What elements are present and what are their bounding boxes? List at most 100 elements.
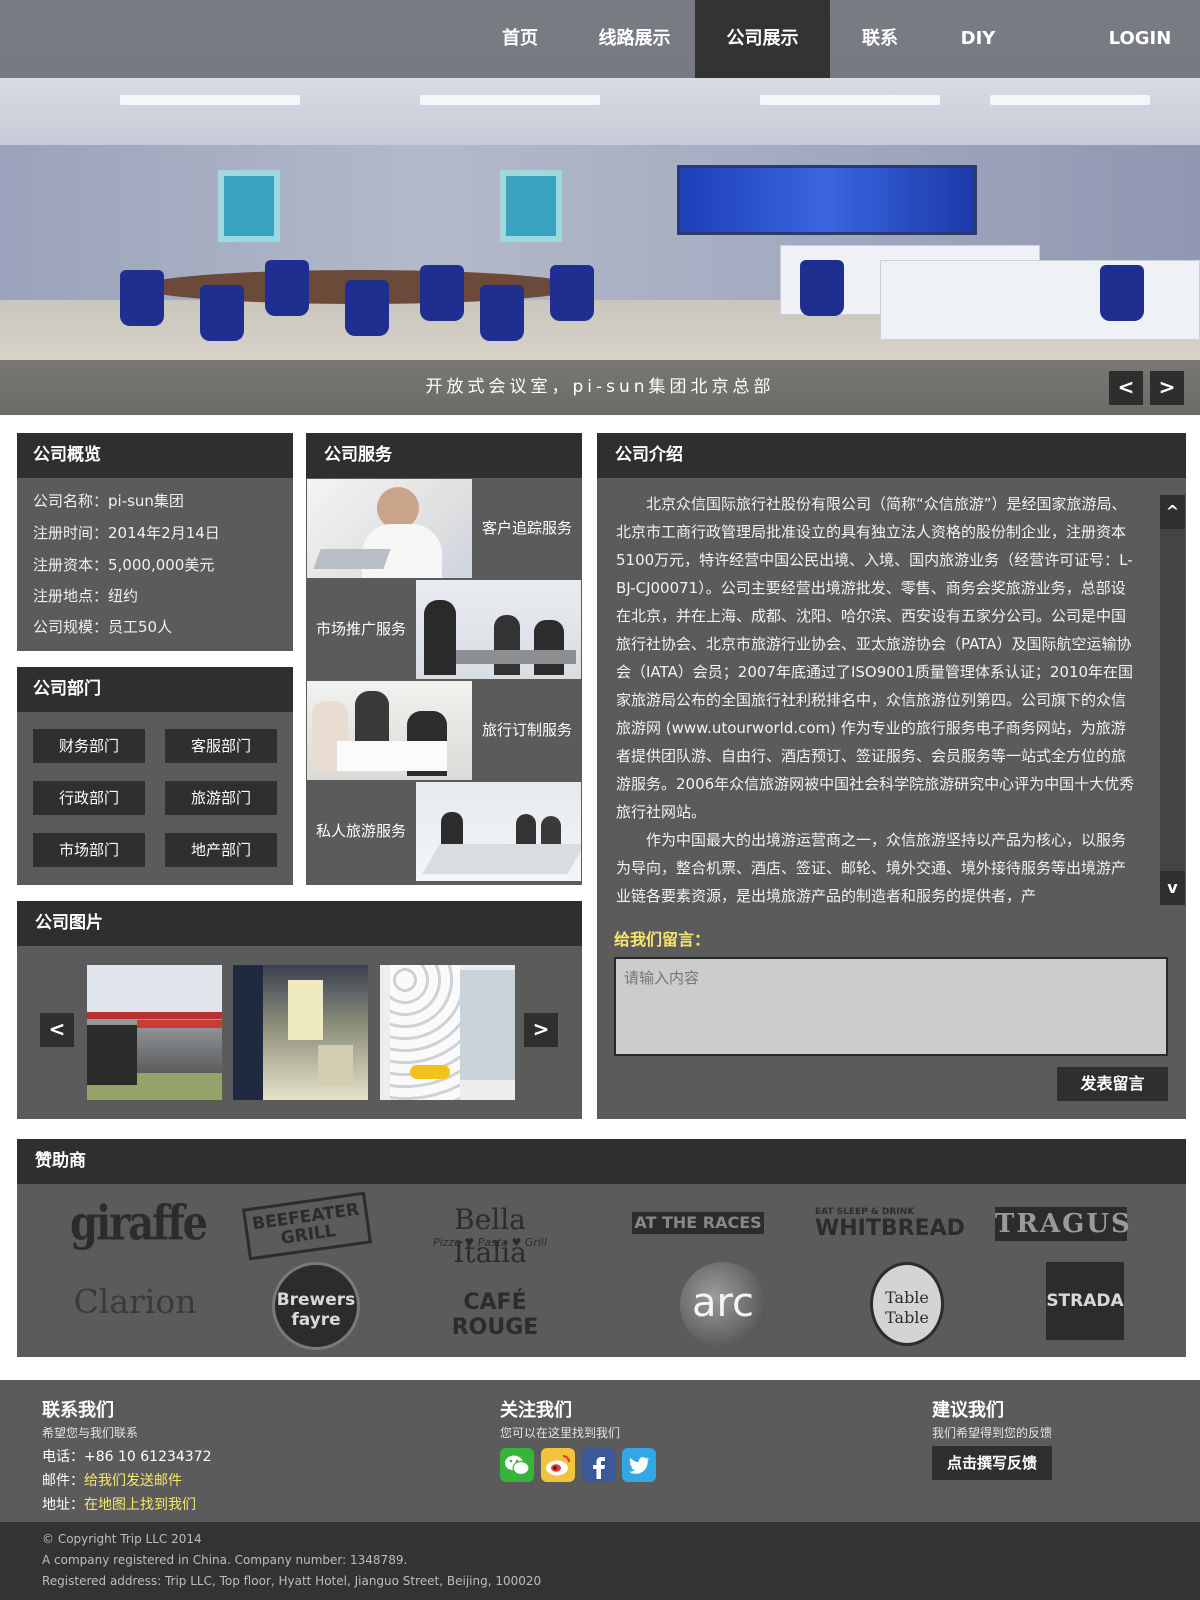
sponsor-logo-table-table[interactable]: Table Table [870,1288,944,1328]
sponsor-logo-at-the-races[interactable]: AT THE RACES [632,1212,764,1234]
dept-service-button[interactable]: 客服部门 [165,729,277,763]
sponsor-logo-brewers-fayre[interactable]: Brewers fayre [272,1290,360,1330]
service-row[interactable]: 客户追踪服务 [306,478,582,579]
top-nav: 首页 线路展示 公司展示 联系 DIY LOGIN [0,0,1200,78]
overview-line: 公司名称：pi-sun集团 [33,492,184,510]
overview-title: 公司概览 [17,433,293,478]
overview-line: 公司规模：员工50人 [33,618,173,636]
sponsor-logo-cafe-rouge[interactable]: CAFÉ ROUGE [425,1290,565,1340]
intro-paragraph: 作为中国最大的出境游运营商之一，众信旅游坚持以产品为核心，以服务为导向，整合机票… [616,831,1127,905]
dept-finance-button[interactable]: 财务部门 [33,729,145,763]
hero-world-screen [677,165,977,235]
hero-light [760,95,940,105]
intro-scrollbar[interactable] [1160,495,1185,905]
nav-item-contact[interactable]: 联系 [840,0,920,78]
sponsor-logo-bella-subtitle: Pizza ♥ Pasta ♥ Grill [432,1236,548,1249]
hero-desk [880,260,1200,340]
service-row[interactable]: 旅行订制服务 [306,680,582,781]
intro-text: 北京众信国际旅行社股份有限公司（简称“众信旅游”）是经国家旅游局、北京市工商行政… [616,490,1136,910]
hero-ceiling [0,78,1200,148]
departments-panel: 公司部门 财务部门 客服部门 行政部门 旅游部门 市场部门 地产部门 [17,667,293,885]
service-image [416,580,581,679]
scroll-up-button[interactable]: ^ [1160,495,1185,529]
services-panel: 公司服务 客户追踪服务 市场推广服务 旅行订制服务 私人旅游服务 [306,433,582,885]
footer-address: 地址：在地图上找到我们 [42,1494,196,1514]
hero-chair [120,270,164,326]
footer-suggest-subtitle: 我们希望得到您的反馈 [932,1426,1053,1440]
sponsor-logo-tragus[interactable]: TRAGUS [995,1207,1130,1241]
footer-contact-subtitle: 希望您与我们联系 [42,1426,139,1440]
sponsors-title: 赞助商 [17,1139,1186,1184]
weibo-icon[interactable] [541,1448,575,1482]
facebook-icon[interactable] [582,1448,616,1482]
gallery-photo[interactable] [87,965,222,1100]
intro-paragraph: 北京众信国际旅行社股份有限公司（简称“众信旅游”）是经国家旅游局、北京市工商行政… [616,495,1135,821]
hero-caption: 开放式会议室，pi-sun集团北京总部 [425,377,775,397]
sponsor-logo-giraffe[interactable]: giraffe [70,1195,208,1251]
nav-item-diy[interactable]: DIY [938,0,1018,78]
footer-suggest-title: 建议我们 [932,1400,1004,1421]
hero-next-button[interactable]: > [1150,371,1184,405]
address-label: 地址： [42,1497,84,1513]
gallery-photo[interactable] [233,965,368,1100]
service-row[interactable]: 市场推广服务 [306,579,582,680]
hero-painting [500,170,562,242]
hero-light [420,95,600,105]
mail-label: 邮件： [42,1473,84,1489]
registered-address-line: Registered address: Trip LLC, Top floor,… [42,1574,542,1588]
service-image [307,681,472,780]
hero-prev-button[interactable]: < [1109,371,1143,405]
sponsor-logo-whitbread[interactable]: WHITBREAD [815,1216,965,1241]
nav-item-company[interactable]: 公司展示 [695,0,830,78]
submit-message-button[interactable]: 发表留言 [1057,1067,1168,1101]
service-image [416,782,581,881]
copyright-line: © Copyright Trip LLC 2014 [42,1532,202,1546]
sponsor-logo-arc[interactable]: arc [680,1280,766,1326]
gallery-prev-button[interactable]: < [40,1013,74,1047]
gallery-title: 公司图片 [17,901,582,946]
footer-follow-subtitle: 您可以在这里找到我们 [500,1426,621,1440]
mail-link[interactable]: 给我们发送邮件 [84,1473,182,1489]
hero-chair [550,265,594,321]
hero-chair [480,285,524,341]
dept-market-button[interactable]: 市场部门 [33,833,145,867]
overview-line: 注册地点：纽约 [33,587,139,605]
service-label: 私人旅游服务 [315,822,406,840]
wechat-icon[interactable] [500,1448,534,1482]
service-label: 市场推广服务 [315,620,406,638]
nav-item-home[interactable]: 首页 [480,0,560,78]
twitter-icon[interactable] [622,1448,656,1482]
hero-chair [800,260,844,316]
hero-chair [1100,265,1144,321]
service-image [307,479,472,578]
hero-chair [200,285,244,341]
nav-item-routes[interactable]: 线路展示 [582,0,687,78]
nav-login[interactable]: LOGIN [1095,0,1185,78]
intro-title: 公司介绍 [597,433,1186,478]
hero-chair [265,260,309,316]
write-feedback-button[interactable]: 点击撰写反馈 [932,1446,1052,1480]
departments-title: 公司部门 [17,667,293,712]
gallery-next-button[interactable]: > [524,1013,558,1047]
scroll-down-button[interactable]: v [1160,871,1185,905]
hero-chair [420,265,464,321]
address-link[interactable]: 在地图上找到我们 [84,1497,196,1513]
services-title: 公司服务 [306,433,582,478]
company-number-line: A company registered in China. Company n… [42,1553,408,1567]
hero-painting [218,170,280,242]
message-label: 给我们留言： [614,930,711,949]
sponsor-logo-clarion[interactable]: Clarion [70,1282,200,1321]
dept-estate-button[interactable]: 地产部门 [165,833,277,867]
service-label: 客户追踪服务 [481,519,572,537]
message-input[interactable] [614,957,1168,1056]
phone-label: 电话： [42,1449,84,1465]
dept-travel-button[interactable]: 旅游部门 [165,781,277,815]
sponsor-logo-strada[interactable]: STRADA [1046,1262,1124,1340]
overview-panel: 公司概览 公司名称：pi-sun集团 注册时间：2014年2月14日 注册资本：… [17,433,293,651]
dept-admin-button[interactable]: 行政部门 [33,781,145,815]
gallery-photo[interactable] [380,965,515,1100]
hero-light [120,95,300,105]
service-row[interactable]: 私人旅游服务 [306,781,582,882]
footer-contact-title: 联系我们 [42,1400,114,1421]
phone-value: +86 10 61234372 [84,1449,212,1465]
